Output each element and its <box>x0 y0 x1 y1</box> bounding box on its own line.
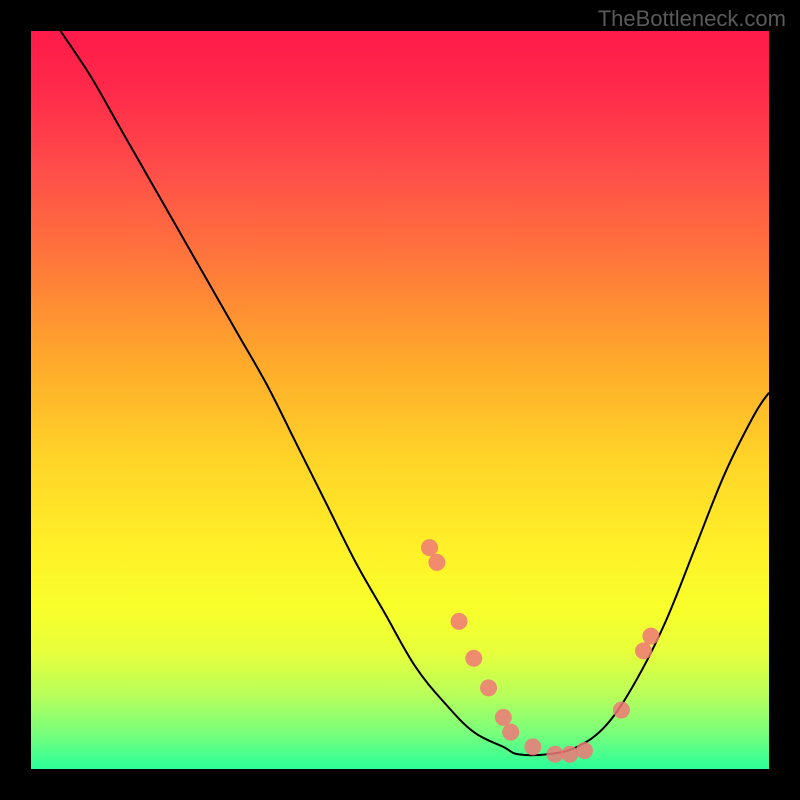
data-point <box>546 746 563 763</box>
data-point <box>524 738 541 755</box>
chart-svg <box>31 31 769 769</box>
data-point <box>642 628 659 645</box>
data-point <box>465 650 482 667</box>
data-point <box>635 642 652 659</box>
data-point <box>495 709 512 726</box>
data-point <box>421 539 438 556</box>
data-point <box>576 742 593 759</box>
data-point <box>561 746 578 763</box>
data-point <box>502 724 519 741</box>
data-point <box>480 679 497 696</box>
data-point <box>451 613 468 630</box>
plot-area <box>31 31 769 769</box>
data-point <box>428 554 445 571</box>
data-points <box>421 539 659 763</box>
watermark-text: TheBottleneck.com <box>598 6 786 32</box>
data-point <box>613 701 630 718</box>
bottleneck-curve <box>61 31 769 755</box>
